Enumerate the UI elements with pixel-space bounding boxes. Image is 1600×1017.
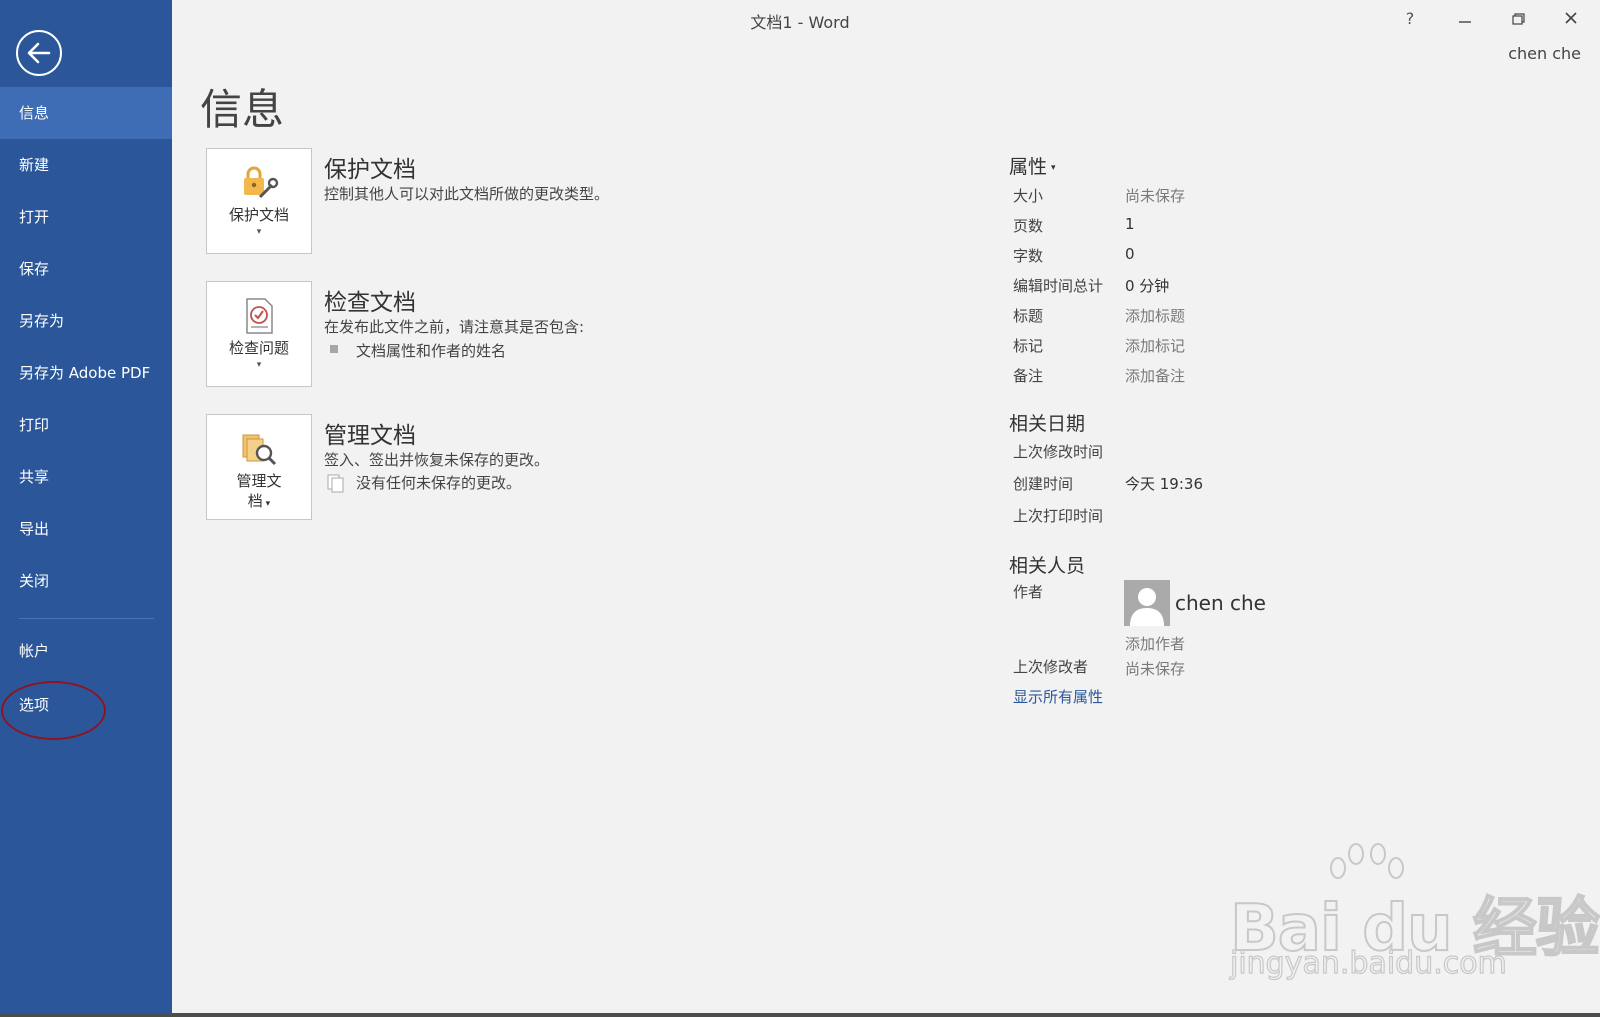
manage-document-tile-label: 管理文 档 ▾	[207, 471, 311, 514]
back-arrow-icon	[27, 42, 51, 64]
protect-document-description: 控制其他人可以对此文档所做的更改类型。	[324, 185, 610, 203]
properties-header-label: 属性	[1009, 156, 1048, 178]
sidebar-item-options[interactable]: 选项	[0, 679, 172, 731]
taskbar-edge	[0, 1013, 1600, 1017]
property-label-words: 字数	[1013, 247, 1044, 265]
property-value-last-modified-by: 尚未保存	[1125, 660, 1186, 678]
dropdown-caret-icon: ▾	[262, 499, 271, 509]
close-icon	[1565, 12, 1577, 24]
property-label-title: 标题	[1013, 307, 1044, 325]
help-button[interactable]: ?	[1391, 6, 1429, 32]
versions-icon	[327, 474, 344, 493]
properties-header[interactable]: 属性 ▾	[1009, 152, 1056, 179]
sidebar-divider	[19, 618, 154, 619]
signed-in-user[interactable]: chen che	[1508, 44, 1581, 63]
property-label-author: 作者	[1013, 583, 1044, 601]
close-button[interactable]	[1552, 6, 1590, 32]
author-name[interactable]: chen che	[1175, 591, 1266, 615]
inspect-document-title: 检查文档	[324, 290, 416, 316]
manage-document-description: 签入、签出并恢复未保存的更改。	[324, 451, 550, 469]
related-people-header: 相关人员	[1009, 555, 1086, 577]
property-value-words: 0	[1125, 245, 1135, 263]
manage-document-button[interactable]: 管理文 档 ▾	[206, 414, 312, 520]
sidebar-item-open[interactable]: 打开	[0, 191, 172, 243]
property-value-created: 今天 19:36	[1125, 475, 1203, 493]
window-title: 文档1 - Word	[750, 13, 850, 32]
sidebar-item-new[interactable]: 新建	[0, 139, 172, 191]
property-value-editing-time: 0 分钟	[1125, 277, 1170, 295]
property-value-pages: 1	[1125, 215, 1135, 233]
check-for-issues-tile-label: 检查问题	[228, 339, 289, 357]
manage-document-tile-label-line1: 管理文	[236, 472, 282, 490]
add-title-field[interactable]: 添加标题	[1125, 305, 1185, 326]
minimize-button[interactable]	[1446, 6, 1484, 32]
related-dates-header: 相关日期	[1009, 413, 1086, 435]
sidebar-item-share[interactable]: 共享	[0, 451, 172, 503]
property-label-last-modified: 上次修改时间	[1013, 443, 1104, 461]
watermark-url: jingyan.baidu.com	[1229, 945, 1507, 981]
lock-key-icon	[244, 166, 279, 199]
sidebar-item-save-as[interactable]: 另存为	[0, 295, 172, 347]
bullet-square-icon	[330, 345, 338, 353]
sidebar-item-save-as-pdf[interactable]: 另存为 Adobe PDF	[0, 347, 172, 399]
property-label-last-modified-by: 上次修改者	[1013, 658, 1089, 676]
show-all-properties-link[interactable]: 显示所有属性	[1013, 686, 1103, 707]
restore-icon	[1512, 13, 1525, 25]
add-comments-field[interactable]: 添加备注	[1125, 365, 1185, 386]
inspect-document-bullet: 文档属性和作者的姓名	[356, 342, 507, 360]
dropdown-caret-icon: ▾	[256, 227, 262, 237]
property-value-size: 尚未保存	[1125, 187, 1186, 205]
protect-document-title: 保护文档	[324, 157, 416, 183]
sidebar-item-export[interactable]: 导出	[0, 503, 172, 555]
protect-document-button[interactable]: 保护文档 ▾	[206, 148, 312, 254]
property-label-editing-time: 编辑时间总计	[1013, 277, 1104, 295]
avatar[interactable]	[1124, 580, 1170, 626]
minimize-icon	[1459, 21, 1471, 23]
backstage-sidebar: 信息 新建 打开 保存 另存为 另存为 Adobe PDF 打印 共享 导出 关…	[0, 0, 172, 1017]
property-label-comments: 备注	[1013, 367, 1044, 385]
property-label-tags: 标记	[1013, 337, 1044, 355]
add-tags-field[interactable]: 添加标记	[1125, 335, 1185, 356]
sidebar-item-save[interactable]: 保存	[0, 243, 172, 295]
back-button[interactable]	[16, 30, 62, 76]
property-label-created: 创建时间	[1013, 475, 1074, 493]
person-icon	[1130, 588, 1164, 626]
sidebar-item-close[interactable]: 关闭	[0, 555, 172, 607]
manage-document-tile-label-line2: 档 ▾	[207, 491, 311, 514]
page-title: 信息	[200, 85, 285, 134]
sidebar-item-account[interactable]: 帐户	[0, 625, 172, 677]
protect-document-tile-label: 保护文档	[228, 206, 289, 224]
manage-document-icon	[242, 434, 277, 466]
manage-document-tile-label-line2-text: 档	[247, 492, 263, 510]
property-label-pages: 页数	[1013, 217, 1044, 235]
property-label-size: 大小	[1013, 187, 1044, 205]
manage-document-bullet: 没有任何未保存的更改。	[356, 474, 522, 492]
manage-document-title: 管理文档	[324, 423, 416, 449]
restore-button[interactable]	[1499, 6, 1537, 32]
sidebar-item-info[interactable]: 信息	[0, 87, 172, 139]
dropdown-caret-icon: ▾	[1051, 162, 1056, 173]
sidebar-item-print[interactable]: 打印	[0, 399, 172, 451]
inspect-document-description: 在发布此文件之前，请注意其是否包含:	[324, 318, 585, 336]
add-author-field[interactable]: 添加作者	[1125, 633, 1185, 654]
dropdown-caret-icon: ▾	[256, 360, 262, 370]
property-label-last-printed: 上次打印时间	[1013, 507, 1104, 525]
inspect-document-icon	[246, 298, 273, 334]
check-for-issues-button[interactable]: 检查问题 ▾	[206, 281, 312, 387]
